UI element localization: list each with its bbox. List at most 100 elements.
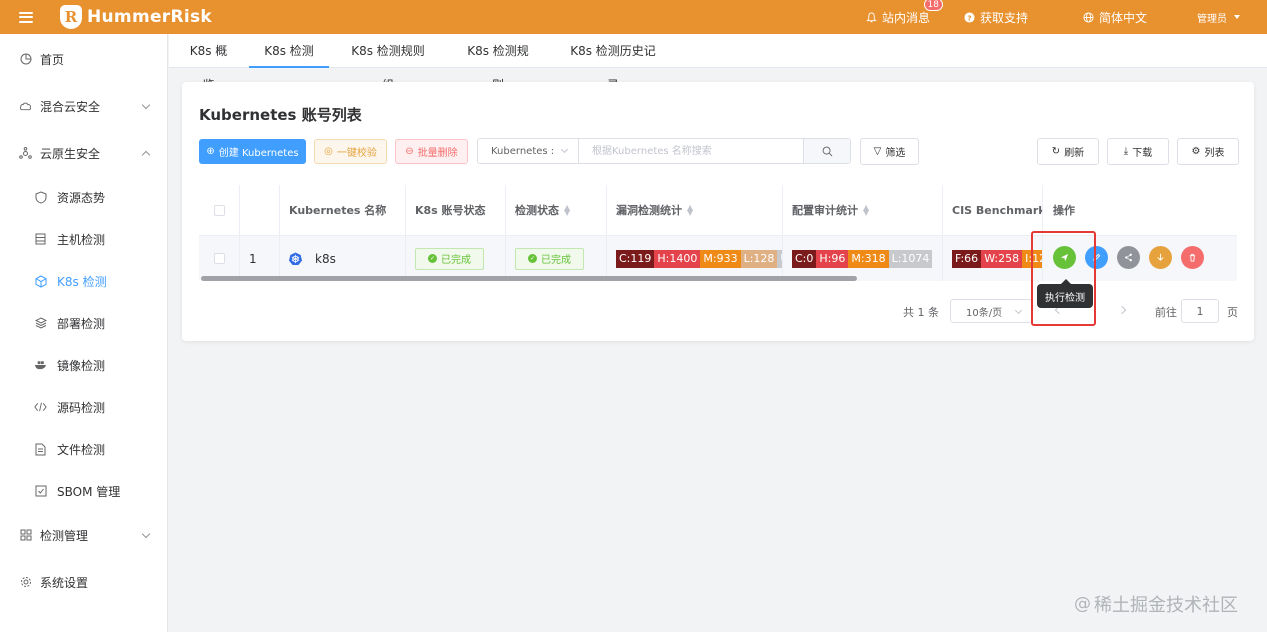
user-label: 管理员 xyxy=(1197,13,1227,25)
header-label: 检测状态 xyxy=(515,204,559,217)
notifications-menu[interactable]: 站内消息 18 xyxy=(866,0,943,26)
goto-page-value: 1 xyxy=(1196,304,1204,318)
sidebar-item-host-scan[interactable]: 主机检测 xyxy=(0,224,168,254)
select-all-checkbox[interactable] xyxy=(213,204,225,216)
check-circle-icon: ✓ xyxy=(428,254,437,263)
sidebar-item-file-scan[interactable]: 文件检测 xyxy=(0,434,168,464)
hexagon-cube-icon xyxy=(34,274,47,288)
sidebar-item-label: 镜像检测 xyxy=(57,358,106,373)
language-menu[interactable]: 简体中文 xyxy=(1083,9,1147,26)
download-button[interactable]: ⤓ 下载 xyxy=(1107,138,1169,165)
sidebar-item-scan-management[interactable]: 检测管理 xyxy=(0,520,168,550)
tab-k8s-rule-groups[interactable]: K8s 检测规则组 xyxy=(346,34,430,92)
vuln-stats-header[interactable]: 漏洞检测统计 ▲ ▼ xyxy=(607,185,783,235)
chevron-up-icon xyxy=(141,150,151,160)
watermark: @ 稀土掘金技术社区 xyxy=(1074,591,1238,617)
search-input[interactable] xyxy=(579,139,803,163)
sidebar-item-label: K8s 检测 xyxy=(57,274,107,289)
one-click-verify-button[interactable]: ◎ 一键校验 xyxy=(314,139,387,164)
button-label: 下载 xyxy=(1132,148,1153,159)
download-row-button[interactable] xyxy=(1149,246,1172,269)
button-label: 刷新 xyxy=(1064,148,1085,159)
cis-stats-bar[interactable]: F:66 W:258 I:120 xyxy=(952,249,1042,268)
config-stats-bar[interactable]: C:0 H:96 M:318 L:1074 xyxy=(792,249,933,268)
page-size-select[interactable]: 10条/页 xyxy=(950,299,1032,323)
bell-icon xyxy=(866,11,877,23)
logo[interactable]: R HummerRisk xyxy=(60,5,212,29)
horizontal-scrollbar[interactable] xyxy=(201,276,857,281)
table-header-row: Kubernetes 名称 K8s 账号状态 检测状态 ▲ ▼ 漏洞检测统计 ▲ ▼ 配… xyxy=(199,185,1237,236)
sidebar-item-k8s-scan[interactable]: K8s 检测 xyxy=(0,266,168,296)
sidebar-item-system-settings[interactable]: 系统设置 xyxy=(0,567,168,597)
delete-button[interactable] xyxy=(1181,246,1204,269)
kubernetes-logo-icon xyxy=(289,252,302,265)
sidebar-item-code-scan[interactable]: 源码检测 xyxy=(0,392,168,422)
user-menu[interactable]: 管理员 xyxy=(1197,10,1240,25)
search-bar: Kubernetes : xyxy=(477,138,851,164)
status-badge: ✓ 已完成 xyxy=(415,247,484,270)
config-stats-header[interactable]: 配置审计统计 ▲ ▼ xyxy=(783,185,943,235)
svg-text:?: ? xyxy=(967,13,971,22)
header-label: Kubernetes 名称 xyxy=(289,204,387,217)
sidebar-item-hybrid-cloud[interactable]: 混合云安全 xyxy=(0,91,168,121)
sidebar-item-resource-posture[interactable]: 资源态势 xyxy=(0,182,168,212)
row-scan-status-cell: ✓ 已完成 xyxy=(506,236,607,281)
filter-button[interactable]: ▽ 筛选 xyxy=(860,138,919,165)
button-label: 筛选 xyxy=(885,148,906,159)
sidebar-item-sbom[interactable]: SBOM 管理 xyxy=(0,476,168,506)
goto-page-input[interactable]: 1 xyxy=(1181,299,1219,323)
tab-k8s-rules[interactable]: K8s 检测规则 xyxy=(462,34,534,92)
share-button[interactable] xyxy=(1117,246,1140,269)
sort-icon[interactable]: ▲ ▼ xyxy=(863,204,869,217)
create-kubernetes-button[interactable]: ⊕ 创建 Kubernetes xyxy=(199,139,306,164)
status-text: 已完成 xyxy=(541,255,571,266)
high-count: H:96 xyxy=(816,249,849,268)
sidebar-item-label: 源码检测 xyxy=(57,400,106,415)
tab-k8s-scan[interactable]: K8s 检测 xyxy=(249,34,329,68)
search-field-select[interactable]: Kubernetes : xyxy=(478,139,579,163)
download-icon: ⤓ xyxy=(1123,146,1129,157)
sidebar-item-label: 部署检测 xyxy=(57,316,106,331)
vuln-stats-bar[interactable]: C:119 H:1400 M:933 L:128 U: xyxy=(616,249,782,268)
sidebar-item-image-scan[interactable]: 镜像检测 xyxy=(0,350,168,380)
sidebar-item-cloud-native[interactable]: 云原生安全 xyxy=(0,138,168,168)
shield-icon xyxy=(34,190,47,204)
row-cis-cell: F:66 W:258 I:120 xyxy=(943,236,1043,281)
sidebar-item-label: 文件检测 xyxy=(57,442,106,457)
cis-header: CIS Benchmark 统 xyxy=(943,185,1043,235)
row-index-text: 1 xyxy=(249,251,257,266)
sidebar-item-label: 主机检测 xyxy=(57,232,106,247)
support-menu[interactable]: ? 获取支持 xyxy=(964,9,1028,26)
plus-circle-icon: ⊕ xyxy=(206,146,215,157)
sort-icon[interactable]: ▲ ▼ xyxy=(687,204,693,217)
next-page-icon[interactable] xyxy=(1117,305,1127,315)
chevron-down-icon xyxy=(141,100,151,110)
critical-count: C:0 xyxy=(792,249,817,268)
hamburger-menu-icon[interactable] xyxy=(19,11,33,23)
batch-delete-button[interactable]: ⊖ 批量删除 xyxy=(395,139,468,164)
tab-k8s-history[interactable]: K8s 检测历史记录 xyxy=(565,34,661,92)
select-all-cell xyxy=(199,185,240,235)
sidebar-item-label: 首页 xyxy=(40,52,65,67)
search-button[interactable] xyxy=(803,139,850,163)
account-status-header: K8s 账号状态 xyxy=(406,185,506,235)
scan-status-header[interactable]: 检测状态 ▲ ▼ xyxy=(506,185,607,235)
status-text: 已完成 xyxy=(441,255,471,266)
columns-button[interactable]: ⚙ 列表 xyxy=(1177,138,1239,165)
sidebar-item-home[interactable]: 首页 xyxy=(0,44,168,74)
watermark-text: 稀土掘金技术社区 xyxy=(1094,595,1238,616)
sort-icon[interactable]: ▲ ▼ xyxy=(564,204,570,217)
row-checkbox[interactable] xyxy=(213,253,225,264)
medium-count: M:933 xyxy=(700,249,741,268)
tab-k8s-overview[interactable]: K8s 概览 xyxy=(185,34,232,92)
actions-header: 操作 xyxy=(1043,185,1237,235)
trash-icon xyxy=(1189,253,1196,262)
document-icon xyxy=(34,443,47,456)
sidebar-item-deploy-scan[interactable]: 部署检测 xyxy=(0,308,168,338)
pie-chart-icon xyxy=(19,53,32,66)
row-name-cell: k8s xyxy=(280,236,406,281)
grid-icon xyxy=(19,529,32,542)
header-label: CIS Benchmark 统 xyxy=(952,204,1043,217)
sidebar-item-label: 混合云安全 xyxy=(40,99,101,114)
refresh-button[interactable]: ↻ 刷新 xyxy=(1037,138,1099,165)
